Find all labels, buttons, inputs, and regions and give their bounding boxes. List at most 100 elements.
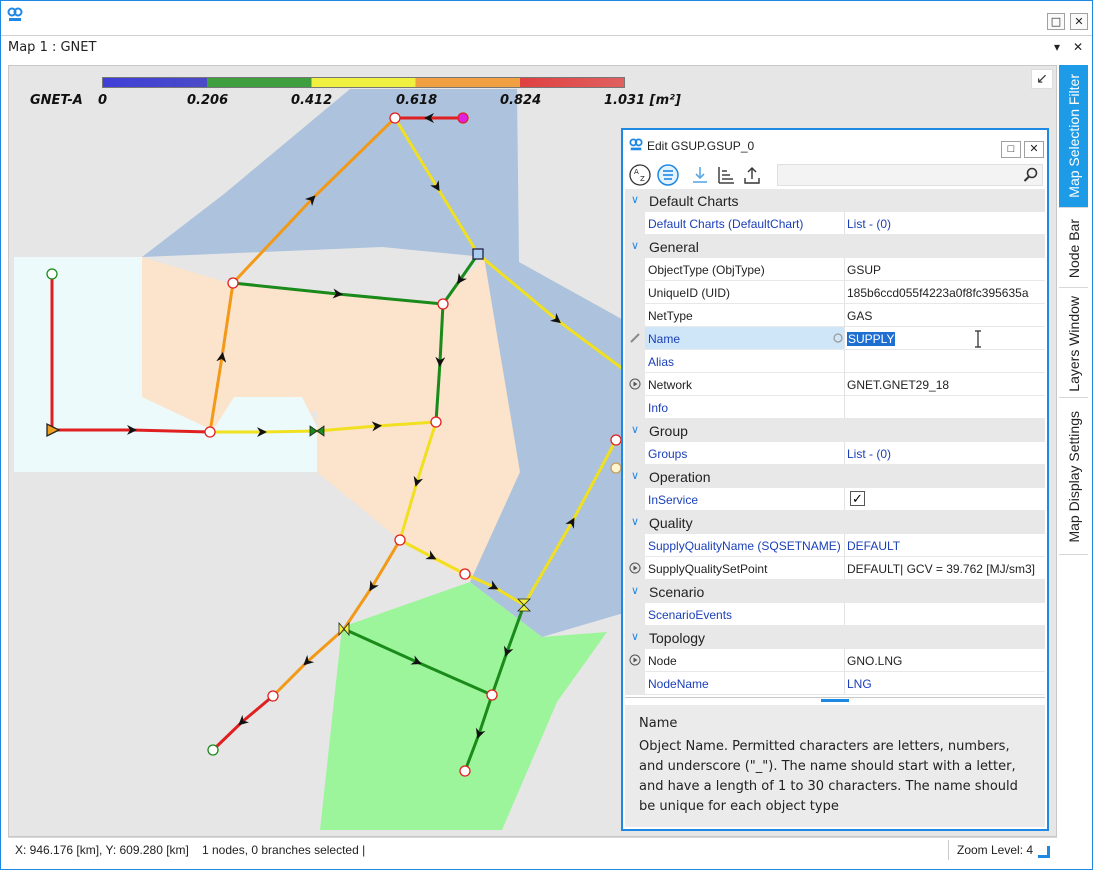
property-row[interactable]: InService ✓ [625,488,1045,511]
download-icon[interactable] [689,164,711,186]
map-collapse-button[interactable]: ↙ [1031,69,1053,89]
legend-tick: 0.412 [291,93,333,108]
node[interactable] [610,434,622,446]
property-value[interactable]: GNET.GNET29_18 [847,378,949,392]
node[interactable] [389,112,401,124]
category-group[interactable]: ∨ Group [625,419,1045,442]
category-general[interactable]: ∨ General [625,235,1045,258]
upload-icon[interactable] [741,164,763,186]
description-splitter[interactable] [625,697,1045,702]
panel-restore-button[interactable]: □ [1001,141,1021,158]
property-name: Groups [648,447,688,461]
category-default-charts[interactable]: ∨ Default Charts [625,189,1045,212]
property-row[interactable]: SupplyQualitySetPoint DEFAULT| GCV = 39.… [625,557,1045,580]
search-icon [1023,167,1038,182]
property-value[interactable]: 185b6ccd055f4223a0f8fc395635a [847,286,1029,300]
property-name: Default Charts (DefaultChart) [648,217,804,231]
property-row[interactable]: Node GNO.LNG [625,649,1045,672]
property-row[interactable]: ObjectType (ObjType) GSUP [625,258,1045,281]
tab-map-display-settings[interactable]: Map Display Settings [1059,400,1088,555]
window-close-button[interactable]: ✕ [1070,13,1088,30]
svg-text:A: A [634,168,639,176]
splitter-grip[interactable] [821,699,849,702]
categorized-view-icon[interactable] [657,164,679,186]
property-name: Name [648,332,681,346]
resize-grip-icon[interactable] [1038,846,1050,858]
node[interactable] [437,298,449,310]
property-row[interactable]: Info [625,396,1045,419]
sort-alphabetical-icon[interactable]: A Z [629,164,651,186]
property-grid: ∨ Default Charts Default Charts (Default… [625,189,1045,695]
sort-icon[interactable] [715,164,737,186]
circle-arrow-icon[interactable] [629,378,641,390]
property-value[interactable]: GSUP [847,263,881,277]
property-search-input[interactable] [777,164,1043,186]
inservice-checkbox[interactable]: ✓ [850,491,865,506]
node[interactable] [459,568,471,580]
property-value[interactable]: List - (0) [847,447,891,461]
tab-node-bar[interactable]: Node Bar [1059,210,1088,288]
description-body: Object Name. Permitted characters are le… [639,739,1018,814]
category-operation[interactable]: ∨ Operation [625,465,1045,488]
property-value[interactable]: GAS [847,309,872,323]
node[interactable] [610,462,622,474]
edit-panel-title-bar: Edit GSUP.GSUP_0 □ ✕ [623,130,1047,160]
document-dropdown-button[interactable]: ▾ [1054,40,1060,54]
app-window: □ ✕ Map 1 : GNET ▾ ✕ GNET-A 0 0.206 0.41… [0,0,1093,870]
node[interactable] [394,534,406,546]
property-name: NodeName [648,677,709,691]
circle-arrow-icon[interactable] [629,562,641,574]
zoom-level: Zoom Level: 4 [948,840,1041,860]
property-value[interactable]: DEFAULT [847,539,900,553]
property-name: UniqueID (UID) [648,286,731,300]
reset-circle-icon[interactable] [833,333,843,343]
chevron-down-icon: ∨ [631,585,640,597]
property-row[interactable]: NetType GAS [625,304,1045,327]
property-row[interactable]: Alias [625,350,1045,373]
node[interactable] [204,426,216,438]
property-value[interactable]: GNO.LNG [847,654,902,668]
document-close-button[interactable]: ✕ [1073,40,1083,54]
node[interactable] [430,416,442,428]
property-row[interactable]: Default Charts (DefaultChart) List - (0) [625,212,1045,235]
property-value[interactable]: LNG [847,677,872,691]
app-logo-icon [629,138,643,151]
category-quality[interactable]: ∨ Quality [625,511,1045,534]
node[interactable] [227,277,239,289]
node[interactable] [459,765,471,777]
circle-arrow-icon[interactable] [629,654,641,666]
category-topology[interactable]: ∨ Topology [625,626,1045,649]
chevron-down-icon: ∨ [631,424,640,436]
node[interactable] [46,268,58,280]
category-scenario[interactable]: ∨ Scenario [625,580,1045,603]
selection-summary: 1 nodes, 0 branches selected | [202,843,366,857]
name-input[interactable]: SUPPLY [847,332,896,346]
property-row[interactable]: UniqueID (UID) 185b6ccd055f4223a0f8fc395… [625,281,1045,304]
edit-panel: Edit GSUP.GSUP_0 □ ✕ A Z ∨ Default Chart… [621,128,1049,831]
legend-tick: 1.031 [m²] [604,93,681,108]
regulator-node-icon[interactable] [472,248,484,260]
property-row[interactable]: Groups List - (0) [625,442,1045,465]
legend-tick: 0 [98,93,108,108]
tab-map-selection-filter[interactable]: Map Selection Filter [1059,65,1088,208]
property-row[interactable]: Network GNET.GNET29_18 [625,373,1045,396]
pencil-icon [630,333,640,343]
side-tab-strip: Map Selection Filter Node Bar Layers Win… [1059,65,1090,565]
document-title: Map 1 : GNET [8,40,97,55]
property-row[interactable]: ScenarioEvents [625,603,1045,626]
node[interactable] [486,689,498,701]
color-scale-bar [102,77,625,88]
node[interactable] [267,690,279,702]
property-row-selected[interactable]: Name SUPPLY [625,327,1045,350]
node[interactable] [207,744,219,756]
property-row[interactable]: SupplyQualityName (SQSETNAME) DEFAULT [625,534,1045,557]
panel-close-button[interactable]: ✕ [1024,141,1044,158]
window-restore-button[interactable]: □ [1047,13,1065,30]
node[interactable] [457,112,469,124]
property-value[interactable]: List - (0) [847,217,891,231]
property-value[interactable]: DEFAULT| GCV = 39.762 [MJ/sm3] [847,562,1035,576]
tab-layers-window[interactable]: Layers Window [1059,290,1088,398]
legend-tick: 0.618 [396,93,438,108]
chevron-down-icon: ∨ [631,240,640,252]
property-row[interactable]: NodeName LNG [625,672,1045,695]
